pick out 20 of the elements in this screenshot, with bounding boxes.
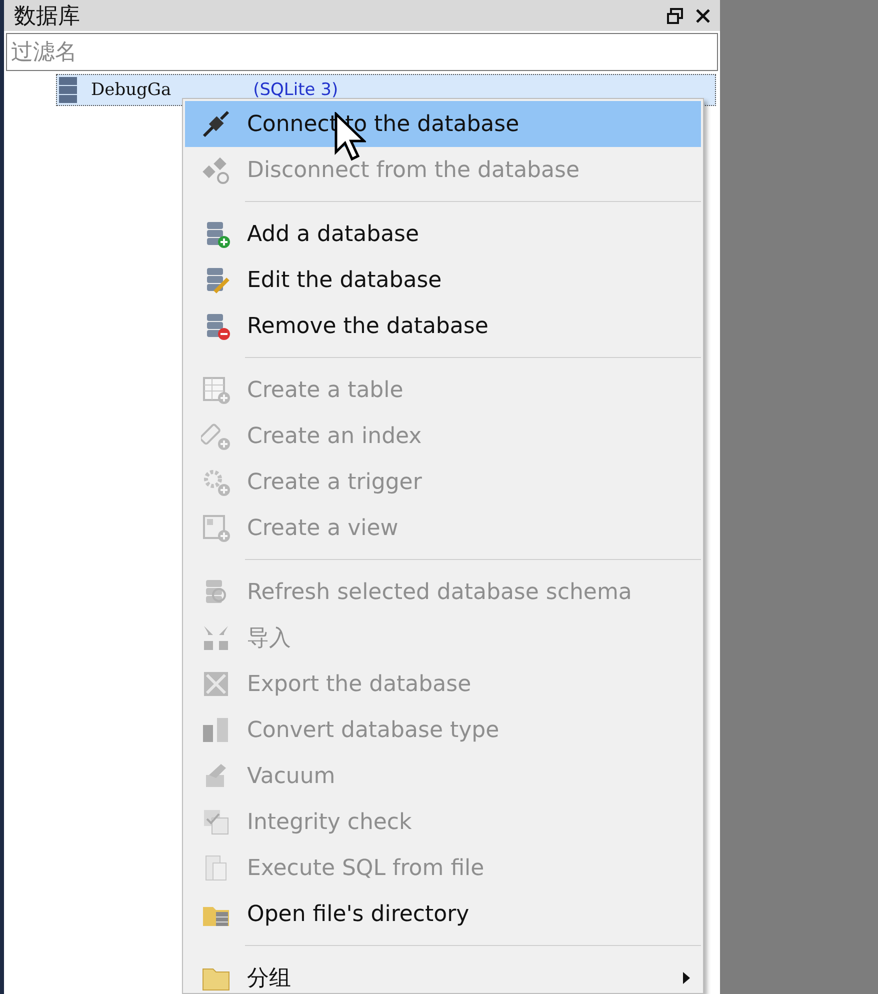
menu-item[interactable]: Remove the database (185, 303, 701, 349)
convert-icon (201, 715, 231, 745)
restore-icon[interactable] (666, 6, 684, 24)
menu-item[interactable]: Edit the database (185, 257, 701, 303)
gear-add-icon (201, 467, 231, 497)
submenu-arrow-icon (681, 971, 691, 985)
database-icon (57, 76, 79, 104)
filter-field[interactable]: 过滤名 (6, 33, 718, 71)
panel-title: 数据库 (14, 2, 81, 30)
menu-item[interactable]: Add a database (185, 211, 701, 257)
tag-add-icon (201, 421, 231, 451)
table-add-icon (201, 375, 231, 405)
menu-item[interactable]: Open file's directory (185, 891, 701, 937)
menu-item[interactable]: 分组 (185, 955, 701, 994)
check-icon (201, 807, 231, 837)
database-type: (SQLite 3) (253, 80, 338, 100)
grid-add-icon (201, 513, 231, 543)
cursor-icon (334, 112, 366, 162)
database-name: DebugGa (91, 80, 172, 100)
close-icon[interactable] (694, 6, 712, 24)
